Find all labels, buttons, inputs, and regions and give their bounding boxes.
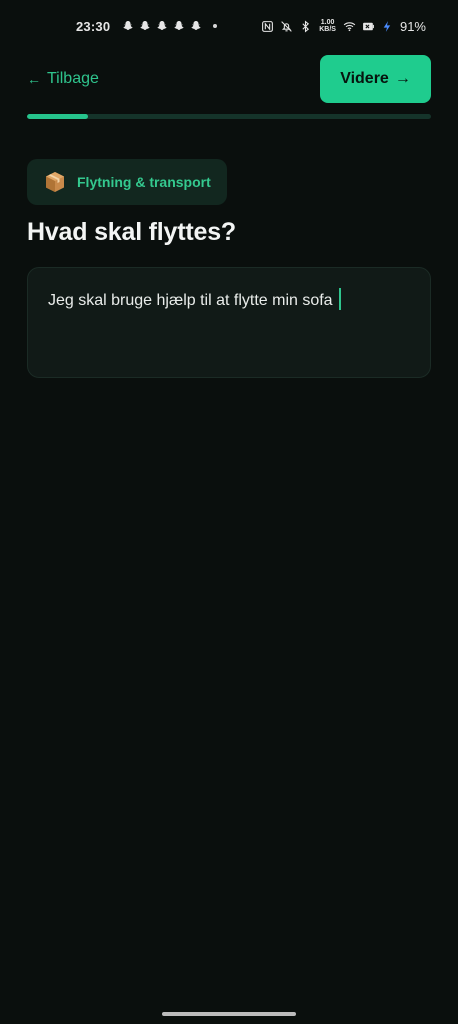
more-notifications-dot: [213, 24, 218, 28]
bell-off-icon: [280, 20, 293, 33]
status-time: 23:30: [76, 18, 111, 34]
snapchat-icon: [156, 20, 168, 32]
header: ← Tilbage Videre →: [27, 55, 431, 103]
status-bar: 23:30 1.00 KB/S 91%: [0, 0, 458, 52]
back-arrow-icon: ←: [27, 71, 41, 87]
battery-icon: [362, 20, 375, 33]
answer-text: Jeg skal bruge hjælp til at flytte min s…: [48, 292, 333, 309]
snapchat-icon: [139, 20, 151, 32]
back-button[interactable]: ← Tilbage: [27, 70, 99, 88]
gesture-navigation-bar[interactable]: [162, 1012, 296, 1016]
notification-icons: [122, 20, 218, 32]
nfc-icon: [261, 20, 274, 33]
snapchat-icon: [173, 20, 185, 32]
package-box-icon: [43, 170, 67, 194]
charging-icon: [381, 20, 394, 33]
text-caret: [338, 288, 341, 310]
wifi-icon: [343, 20, 356, 33]
snapchat-icon: [190, 20, 202, 32]
next-button[interactable]: Videre →: [320, 55, 431, 103]
question-title: Hvad skal flyttes?: [27, 218, 236, 246]
system-icons: 1.00 KB/S 91%: [261, 19, 426, 34]
answer-textarea[interactable]: Jeg skal bruge hjælp til at flytte min s…: [27, 267, 431, 378]
category-chip: Flytning & transport: [27, 159, 227, 205]
network-speed: 1.00 KB/S: [319, 19, 336, 33]
progress-fill: [27, 114, 88, 119]
category-label: Flytning & transport: [77, 174, 211, 190]
snapchat-icon: [122, 20, 134, 32]
bluetooth-icon: [299, 19, 312, 33]
next-label: Videre: [340, 70, 389, 87]
back-label: Tilbage: [47, 70, 99, 87]
network-speed-value: 1.00: [320, 19, 335, 26]
next-arrow-icon: →: [394, 70, 411, 87]
battery-percent: 91%: [399, 18, 426, 34]
network-speed-unit: KB/S: [319, 26, 336, 33]
progress-bar: [27, 114, 431, 119]
